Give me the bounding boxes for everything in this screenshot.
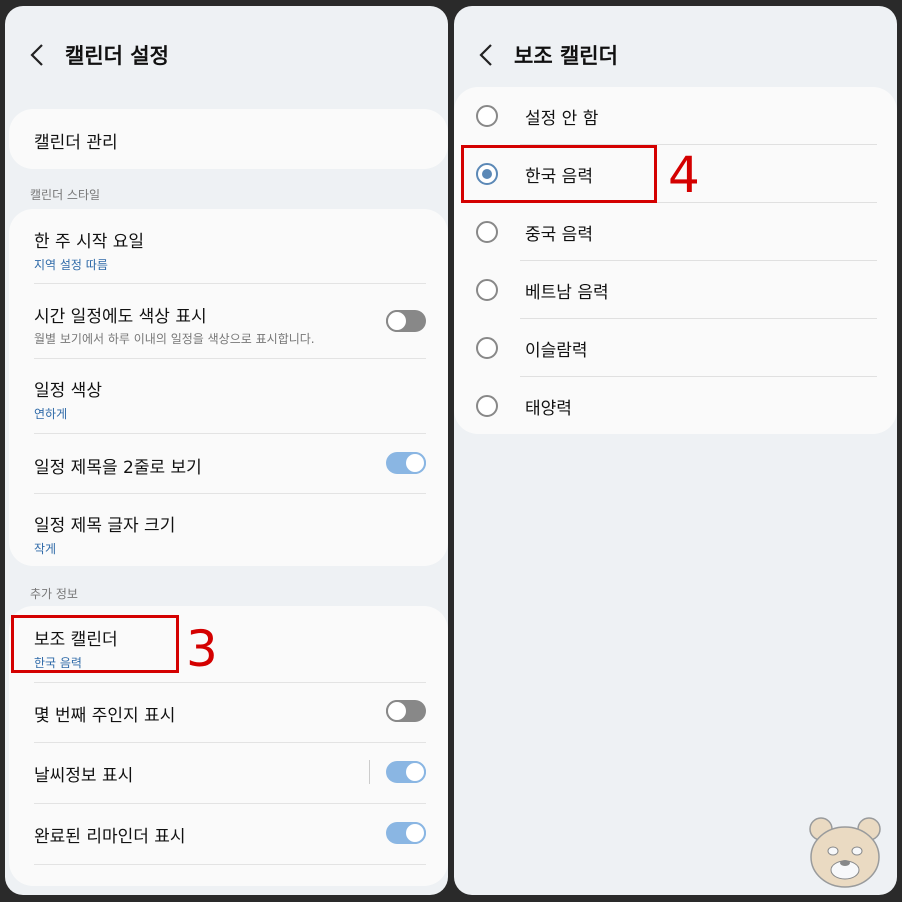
toggle-completed-reminders[interactable]	[386, 822, 426, 844]
setting-title-font-size[interactable]: 일정 제목 글자 크기 작게	[34, 511, 428, 557]
setting-value: 지역 설정 따름	[34, 258, 108, 272]
toggle-knob	[404, 761, 426, 783]
toggle-knob	[404, 822, 426, 844]
setting-description: 월별 보기에서 하루 이내의 일정을 색상으로 표시합니다.	[34, 332, 315, 346]
toggle-knob	[386, 310, 408, 332]
setting-title: 일정 제목 글자 크기	[34, 516, 176, 536]
toggle-two-line-title[interactable]	[386, 452, 426, 474]
option-solar[interactable]: 태양력	[454, 377, 897, 435]
setting-title: 일정 제목을 2줄로 보기	[34, 458, 202, 478]
radio-button[interactable]	[476, 395, 498, 417]
radio-button[interactable]	[476, 221, 498, 243]
divider	[34, 283, 426, 284]
divider	[34, 742, 426, 743]
vertical-separator	[369, 760, 370, 784]
setting-week-number[interactable]: 몇 번째 주인지 표시	[34, 701, 428, 726]
header: 보조 캘린더	[454, 36, 897, 80]
calendar-style-card: 한 주 시작 요일 지역 설정 따름 시간 일정에도 색상 표시 월별 보기에서…	[9, 209, 448, 566]
setting-week-start[interactable]: 한 주 시작 요일 지역 설정 따름	[34, 227, 428, 273]
option-label: 중국 음력	[525, 225, 593, 245]
option-label: 태양력	[525, 399, 572, 419]
setting-title: 한 주 시작 요일	[34, 232, 145, 252]
setting-value: 작게	[34, 542, 57, 556]
highlight-box-korean-lunar	[461, 145, 657, 203]
page-title: 캘린더 설정	[65, 44, 169, 68]
option-label: 이슬람력	[525, 341, 588, 361]
bear-watermark-icon	[809, 817, 881, 888]
option-none[interactable]: 설정 안 함	[454, 87, 897, 145]
page-title: 보조 캘린더	[514, 44, 618, 68]
option-label: 설정 안 함	[525, 109, 599, 129]
setting-title: 완료된 리마인더 표시	[34, 827, 186, 847]
divider	[34, 803, 426, 804]
option-islamic[interactable]: 이슬람력	[454, 319, 897, 377]
calendar-options-card: 설정 안 함 한국 음력 중국 음력 베트남 음력 이슬람력 태양력	[454, 87, 897, 434]
divider	[34, 358, 426, 359]
calendar-manage-item[interactable]: 캘린더 관리	[9, 109, 448, 169]
toggle-week-number[interactable]	[386, 700, 426, 722]
option-label: 베트남 음력	[525, 283, 609, 303]
calendar-settings-screen: 캘린더 설정 캘린더 관리 캘린더 스타일 한 주 시작 요일 지역 설정 따름…	[5, 6, 448, 895]
secondary-calendar-screen: 보조 캘린더 설정 안 함 한국 음력 중국 음력 베트남 음력 이슬람력 태양…	[454, 6, 897, 895]
toggle-show-color-timed[interactable]	[386, 310, 426, 332]
step-number-3: 3	[186, 620, 218, 678]
divider	[34, 493, 426, 494]
section-header-extra-info: 추가 정보	[30, 587, 78, 601]
setting-title: 일정 색상	[34, 381, 102, 401]
option-chinese-lunar[interactable]: 중국 음력	[454, 203, 897, 261]
setting-two-line-title[interactable]: 일정 제목을 2줄로 보기	[34, 453, 428, 478]
toggle-knob	[404, 452, 426, 474]
back-arrow-icon[interactable]	[27, 42, 49, 68]
back-arrow-icon[interactable]	[476, 42, 498, 68]
setting-show-color-timed[interactable]: 시간 일정에도 색상 표시 월별 보기에서 하루 이내의 일정을 색상으로 표시…	[34, 302, 428, 347]
calendar-manage-label: 캘린더 관리	[34, 133, 118, 153]
setting-value: 연하게	[34, 407, 68, 421]
divider	[34, 864, 426, 865]
divider	[34, 682, 426, 683]
divider	[34, 433, 426, 434]
highlight-box-secondary-calendar	[11, 615, 179, 673]
setting-completed-reminders[interactable]: 완료된 리마인더 표시	[34, 822, 428, 847]
header: 캘린더 설정	[5, 36, 448, 80]
toggle-knob	[386, 700, 408, 722]
radio-button[interactable]	[476, 337, 498, 359]
toggle-weather-info[interactable]	[386, 761, 426, 783]
step-number-4: 4	[668, 146, 700, 204]
radio-button[interactable]	[476, 279, 498, 301]
setting-title: 몇 번째 주인지 표시	[34, 706, 176, 726]
radio-button[interactable]	[476, 105, 498, 127]
section-header-calendar-style: 캘린더 스타일	[30, 188, 101, 202]
setting-event-color[interactable]: 일정 색상 연하게	[34, 376, 428, 422]
setting-title: 시간 일정에도 색상 표시	[34, 307, 207, 327]
option-vietnamese-lunar[interactable]: 베트남 음력	[454, 261, 897, 319]
